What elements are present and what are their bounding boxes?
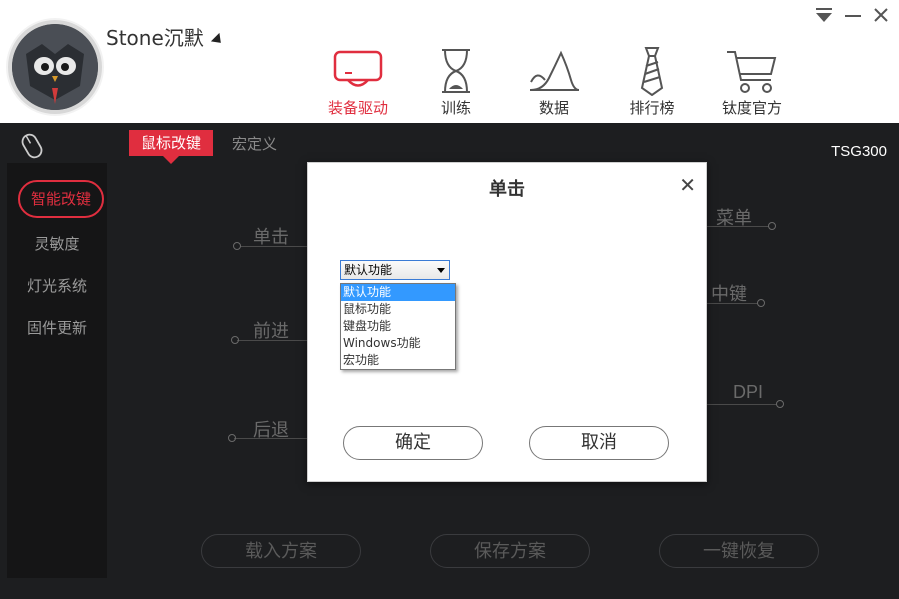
load-profile-button[interactable]: 载入方案 — [201, 534, 361, 568]
hourglass-icon — [416, 45, 496, 97]
confirm-button[interactable]: 确定 — [343, 426, 483, 460]
skin-dropdown-icon[interactable] — [815, 7, 833, 28]
curve-chart-icon — [514, 45, 594, 97]
owl-avatar-icon — [12, 24, 98, 110]
shopping-cart-icon — [712, 45, 792, 97]
function-select[interactable]: 默认功能 — [340, 260, 450, 280]
nav-item-data[interactable]: 数据 — [514, 45, 594, 118]
nav-label: 排行榜 — [629, 99, 675, 117]
nav-label: 训练 — [440, 99, 471, 117]
device-model: TSG300 — [831, 143, 887, 160]
sidebar-item-smart-keys[interactable]: 智能改键 — [18, 180, 104, 218]
dialog-title: 单击 — [489, 179, 525, 200]
dropdown-option-macro[interactable]: 宏功能 — [341, 352, 455, 369]
chevron-down-icon — [437, 268, 445, 273]
connector-line — [237, 340, 307, 341]
sidebar-item-lighting[interactable]: 灯光系统 — [7, 275, 107, 296]
device-driver-icon — [318, 45, 398, 97]
mouse-icon — [18, 130, 46, 166]
connector-dot — [233, 242, 241, 250]
tab-mouse-keys[interactable]: 鼠标改键 — [129, 130, 213, 164]
connector-line — [240, 246, 307, 247]
connector-dot — [228, 434, 236, 442]
close-window-icon[interactable] — [872, 7, 890, 28]
dropdown-option-keyboard[interactable]: 键盘功能 — [341, 318, 455, 335]
connector-line — [705, 303, 758, 304]
key-assign-dialog: 单击 ✕ 默认功能 默认功能 鼠标功能 键盘功能 Windows功能 宏功能 确… — [307, 162, 707, 482]
connector-dot — [231, 336, 239, 344]
save-profile-button[interactable]: 保存方案 — [430, 534, 590, 568]
connector-dot — [768, 222, 776, 230]
dropdown-option-windows[interactable]: Windows功能 — [341, 335, 455, 352]
tab-macro[interactable]: 宏定义 — [232, 133, 277, 154]
nav-item-training[interactable]: 训练 — [416, 45, 496, 118]
connector-line — [705, 404, 777, 405]
dropdown-option-default[interactable]: 默认功能 — [341, 284, 455, 301]
connector-line — [705, 226, 769, 227]
header-divider — [0, 123, 899, 127]
dropdown-caret-icon — [210, 32, 225, 47]
function-select-value: 默认功能 — [344, 263, 393, 277]
dialog-close-icon[interactable]: ✕ — [679, 173, 696, 197]
connector-dot — [757, 299, 765, 307]
dropdown-option-mouse[interactable]: 鼠标功能 — [341, 301, 455, 318]
restore-default-button[interactable]: 一键恢复 — [659, 534, 819, 568]
tie-icon — [612, 45, 692, 97]
avatar[interactable] — [8, 20, 102, 114]
nav-item-leaderboard[interactable]: 排行榜 — [612, 45, 692, 118]
sidebar-item-sensitivity[interactable]: 灵敏度 — [7, 233, 107, 254]
nav-item-device-driver[interactable]: 装备驱动 — [318, 45, 398, 118]
sidebar-item-firmware[interactable]: 固件更新 — [7, 317, 107, 338]
connector-dot — [776, 400, 784, 408]
minimize-icon[interactable] — [844, 7, 862, 28]
nav-item-official[interactable]: 钛度官方 — [712, 45, 792, 118]
nav-label: 钛度官方 — [721, 99, 782, 117]
cancel-button[interactable]: 取消 — [529, 426, 669, 460]
connector-line — [234, 438, 307, 439]
function-dropdown-list: 默认功能 鼠标功能 键盘功能 Windows功能 宏功能 — [340, 283, 456, 370]
nav-label: 数据 — [538, 99, 569, 117]
sidebar: 智能改键 灵敏度 灯光系统 固件更新 — [7, 163, 107, 578]
username[interactable]: Stone沉默 — [106, 22, 225, 51]
button-label-dpi[interactable]: DPI — [733, 382, 763, 403]
nav-label: 装备驱动 — [327, 99, 388, 117]
